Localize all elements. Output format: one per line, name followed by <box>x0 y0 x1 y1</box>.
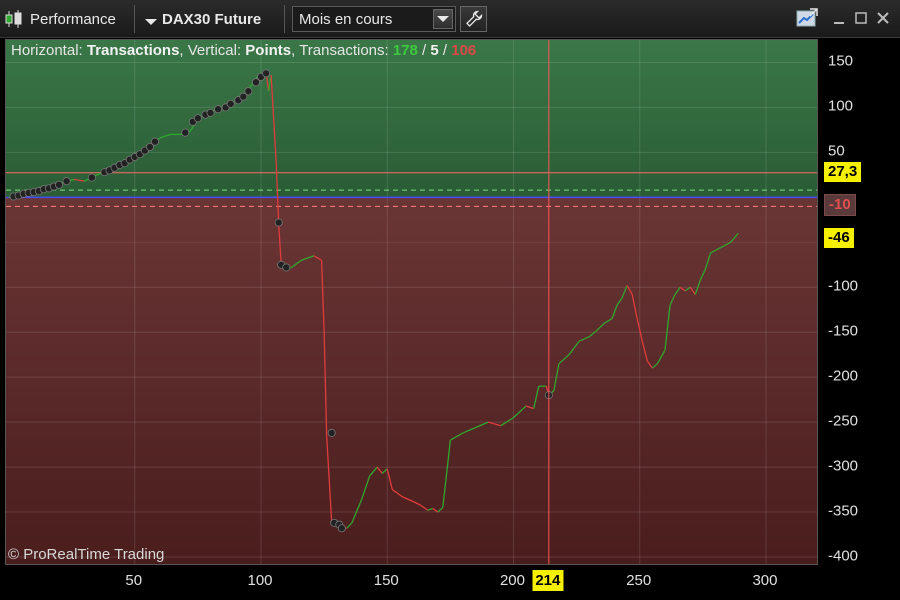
chevron-down-icon[interactable] <box>433 9 453 29</box>
cursor-x-tag: 214 <box>532 570 564 591</box>
x-tick-label: 300 <box>752 572 778 589</box>
x-tick-label: 250 <box>626 572 652 589</box>
period-select[interactable]: Mois en cours <box>292 6 456 32</box>
performance-button[interactable]: Performance <box>4 6 116 32</box>
legend-horizontal-prefix: Horizontal: <box>11 42 87 59</box>
legend-neutral-count: 5 <box>430 42 439 59</box>
trade-marker <box>181 128 190 137</box>
maximize-icon[interactable] <box>852 8 870 28</box>
chart-legend: Horizontal: Transactions, Vertical: Poin… <box>11 42 476 59</box>
upper-line-tag: 27,3 <box>824 161 862 182</box>
trade-marker <box>244 87 253 96</box>
trade-marker <box>55 180 64 189</box>
legend-transactions-prefix: , Transactions: <box>291 42 393 59</box>
y-tick-label: -200 <box>828 367 859 385</box>
legend-vertical-value: Points <box>245 42 292 59</box>
trade-marker <box>87 173 96 182</box>
toolbar: Performance DAX30 Future Mois en cours <box>0 0 900 38</box>
trade-marker <box>193 114 202 123</box>
x-tick-label: 50 <box>125 572 143 589</box>
performance-chart[interactable] <box>6 40 818 565</box>
y-axis[interactable] <box>818 39 900 565</box>
y-tick-label: -350 <box>828 502 859 520</box>
toolbar-divider <box>134 5 135 33</box>
toolbar-divider <box>284 5 285 33</box>
legend-losing-count: 106 <box>451 42 477 59</box>
legend-vertical-prefix: , Vertical: <box>179 42 246 59</box>
legend-horizontal-value: Transactions <box>86 42 180 59</box>
trade-marker <box>214 105 223 114</box>
period-value: Mois en cours <box>299 10 393 28</box>
trade-marker <box>226 99 235 108</box>
performance-label: Performance <box>30 10 116 28</box>
legend-separator: / <box>417 42 431 59</box>
loss-zone <box>6 197 817 564</box>
zero-line-tag: -10 <box>824 194 856 217</box>
close-icon[interactable] <box>874 8 892 28</box>
trade-marker <box>337 524 346 533</box>
trade-marker <box>206 108 215 117</box>
candlestick-icon <box>4 8 26 30</box>
x-tick-label: 200 <box>499 572 525 589</box>
y-tick-label: 50 <box>828 142 845 160</box>
y-tick-label: -150 <box>828 322 859 340</box>
x-tick-label: 150 <box>373 572 399 589</box>
trade-marker <box>274 218 283 227</box>
chevron-down-icon <box>144 14 158 25</box>
chart-export-icon[interactable] <box>794 8 822 28</box>
trade-marker <box>327 428 336 437</box>
y-tick-label: -250 <box>828 412 859 430</box>
trade-marker <box>62 177 71 186</box>
chart-area[interactable] <box>5 39 818 565</box>
y-tick-label: -300 <box>828 457 859 475</box>
x-tick-label: 100 <box>247 572 273 589</box>
lower-line-tag: -46 <box>824 227 854 248</box>
copyright-text: © ProRealTime Trading <box>8 546 165 563</box>
y-tick-label: -100 <box>828 277 859 295</box>
trade-marker <box>150 137 159 146</box>
trade-marker <box>282 263 291 272</box>
instrument-label: DAX30 Future <box>162 10 262 28</box>
minimize-icon[interactable] <box>830 8 848 28</box>
legend-winning-count: 178 <box>392 42 418 59</box>
trade-marker <box>262 69 271 78</box>
y-tick-label: -400 <box>828 547 859 565</box>
y-tick-label: 100 <box>828 97 854 115</box>
legend-separator: / <box>438 42 452 59</box>
y-tick-label: 150 <box>828 52 854 70</box>
profit-zone <box>6 40 817 198</box>
instrument-selector[interactable]: DAX30 Future <box>144 6 261 32</box>
wrench-icon[interactable] <box>460 6 487 32</box>
